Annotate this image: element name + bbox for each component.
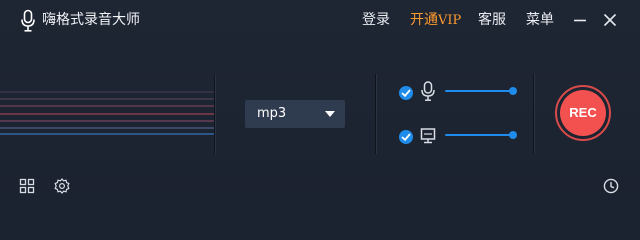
- audio-waveform: [0, 91, 214, 135]
- vip-link[interactable]: 开通VIP: [410, 10, 461, 31]
- login-link[interactable]: 登录: [362, 10, 390, 30]
- microphone-volume-slider[interactable]: [445, 85, 517, 97]
- check-icon: [401, 89, 411, 97]
- minimize-icon[interactable]: [572, 12, 588, 28]
- format-select[interactable]: mp3: [245, 100, 345, 128]
- close-icon[interactable]: [602, 12, 618, 28]
- vip-link-suffix: VIP: [438, 13, 462, 28]
- system-audio-checkbox[interactable]: [399, 130, 413, 144]
- check-icon: [401, 133, 411, 141]
- monitor-icon: [420, 128, 436, 144]
- record-button[interactable]: REC: [560, 90, 606, 136]
- microphone-icon: [21, 9, 35, 32]
- slider-handle[interactable]: [509, 87, 517, 95]
- slider-handle[interactable]: [509, 131, 517, 139]
- microphone-icon: [421, 81, 435, 101]
- microphone-checkbox[interactable]: [399, 86, 413, 100]
- menu-link[interactable]: 菜单: [526, 10, 554, 30]
- clock-icon[interactable]: [603, 178, 619, 194]
- chevron-down-icon: [325, 111, 335, 117]
- system-audio-volume-slider[interactable]: [445, 129, 517, 141]
- format-value: mp3: [257, 106, 287, 121]
- gear-icon[interactable]: [54, 178, 70, 194]
- divider: [214, 74, 216, 154]
- slider-track: [445, 90, 513, 92]
- app-title: 嗨格式录音大师: [42, 12, 140, 28]
- divider: [375, 74, 377, 154]
- title-bar: 嗨格式录音大师 登录 开通VIP 客服 菜单: [0, 0, 640, 40]
- slider-track: [445, 134, 513, 136]
- grid-icon[interactable]: [19, 178, 35, 194]
- customer-service-link[interactable]: 客服: [478, 10, 506, 30]
- recorder-window: 嗨格式录音大师 登录 开通VIP 客服 菜单 mp3 REC: [0, 0, 640, 208]
- divider: [533, 74, 535, 154]
- vip-link-prefix: 开通: [410, 12, 438, 28]
